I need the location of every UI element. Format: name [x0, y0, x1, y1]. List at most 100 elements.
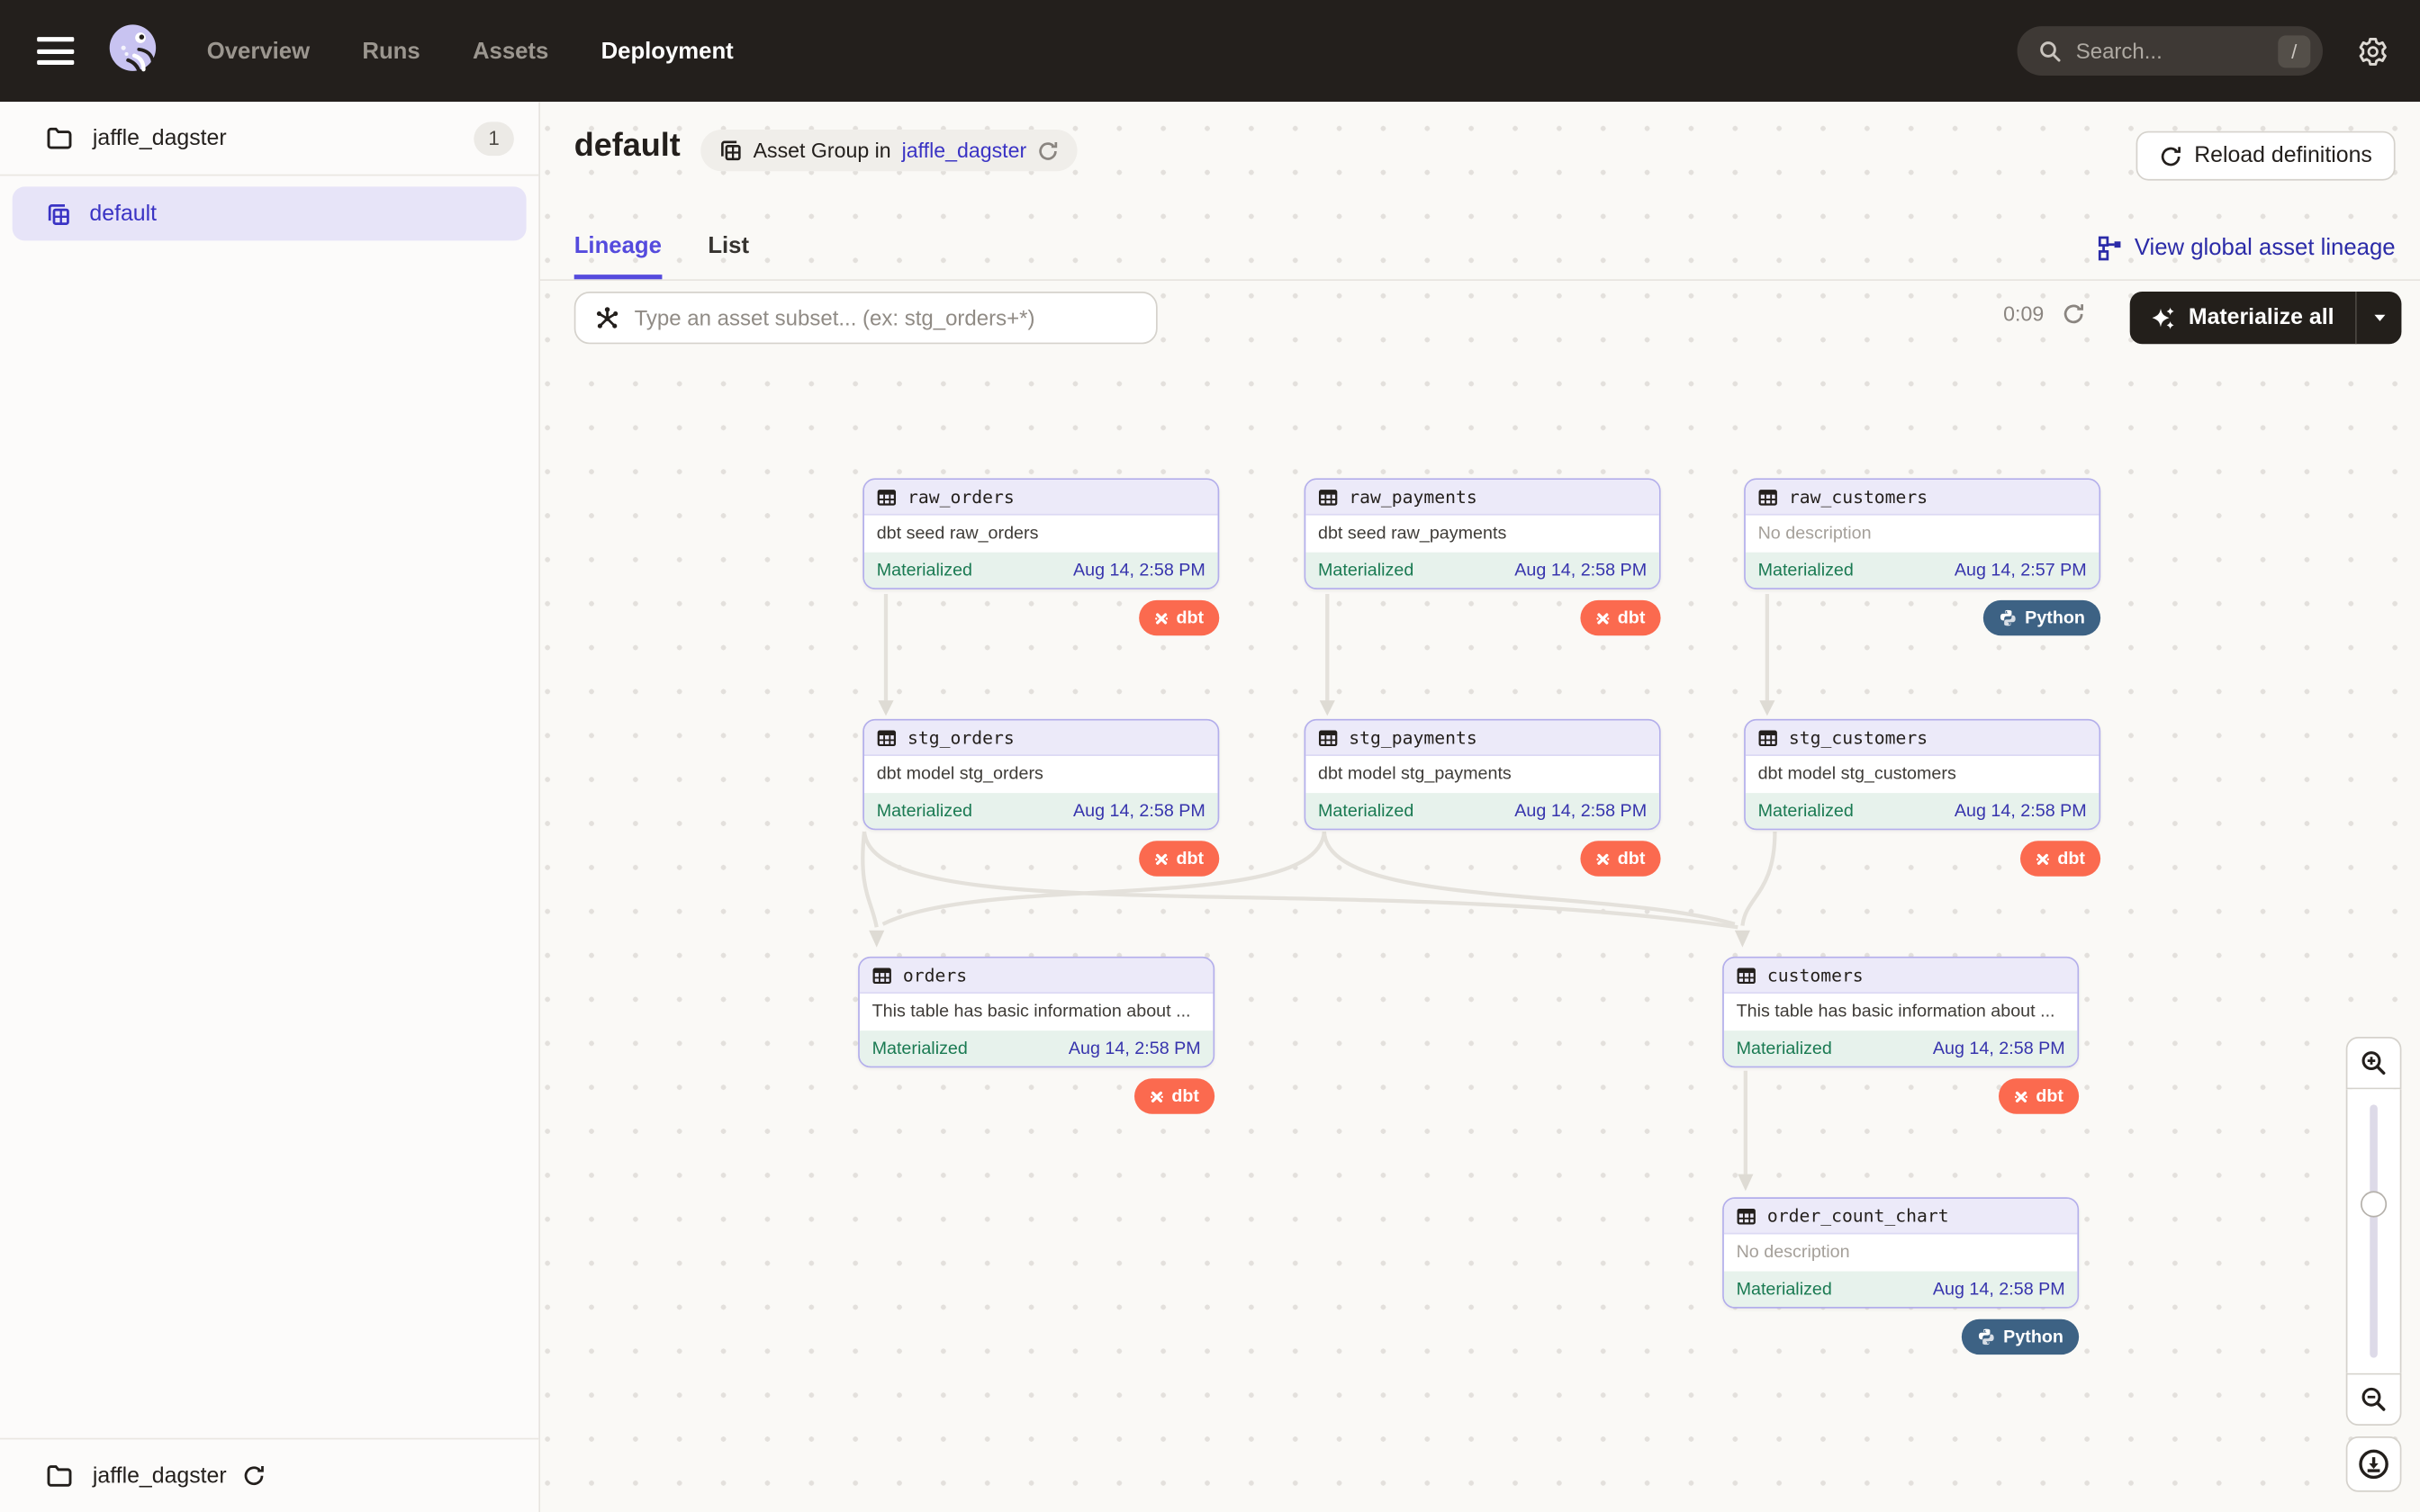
dagster-logo-icon[interactable] [102, 19, 167, 84]
nav-runs[interactable]: Runs [362, 38, 420, 64]
view-global-asset-lineage-label: View global asset lineage [2135, 235, 2396, 261]
nav-assets[interactable]: Assets [473, 38, 548, 64]
table-icon [877, 727, 897, 747]
table-icon [1318, 487, 1338, 507]
refresh-icon[interactable] [1037, 140, 1059, 161]
python-logo-icon [1999, 608, 2018, 627]
fit-view-button[interactable] [2346, 1436, 2402, 1492]
lineage-timer: 0:09 [2003, 302, 2044, 326]
asset-description: dbt seed raw_payments [1305, 516, 1659, 553]
asset-description: No description [1724, 1234, 2078, 1271]
status-badge: Materialized [872, 1040, 968, 1058]
view-global-asset-lineage-link[interactable]: View global asset lineage [2098, 235, 2396, 261]
asset-name: raw_orders [908, 486, 1015, 508]
tab-lineage[interactable]: Lineage [574, 233, 662, 279]
search-icon [2039, 40, 2063, 63]
badge-label: dbt [2036, 1087, 2063, 1106]
python-badge: Python [1962, 1319, 2079, 1354]
hamburger-menu-icon[interactable] [37, 37, 74, 65]
dbt-logo-icon [1596, 850, 1611, 868]
sidebar-footer-repo-label: jaffle_dagster [93, 1463, 227, 1488]
zoom-out-button[interactable] [2346, 1373, 2402, 1426]
op-selector-icon [594, 305, 620, 331]
zoom-slider-track [2370, 1104, 2378, 1357]
asset-node-raw-orders[interactable]: raw_orders dbt seed raw_orders Materiali… [862, 478, 1219, 589]
refresh-icon[interactable] [242, 1464, 266, 1488]
asset-description: dbt model stg_customers [1746, 756, 2099, 793]
materialize-options-caret[interactable] [2357, 292, 2402, 344]
top-nav-bar: Overview Runs Assets Deployment Search..… [0, 0, 2420, 102]
dbt-badge: dbt [2020, 841, 2100, 876]
asset-group-icon [719, 139, 743, 162]
reload-definitions-button[interactable]: Reload definitions [2136, 131, 2395, 181]
dagster-app: Overview Runs Assets Deployment Search..… [0, 0, 2420, 1512]
sidebar-repo-label: jaffle_dagster [93, 126, 474, 150]
sidebar-item-default-group[interactable]: default [13, 186, 527, 240]
table-icon [877, 487, 897, 507]
materialization-timestamp[interactable]: Aug 14, 2:58 PM [1069, 1040, 1201, 1058]
asset-name: stg_payments [1349, 726, 1476, 748]
dbt-badge: dbt [1999, 1078, 2079, 1113]
materialization-timestamp[interactable]: Aug 14, 2:58 PM [1073, 802, 1205, 821]
dbt-logo-icon [1150, 1087, 1164, 1106]
materialize-all-button[interactable]: Materialize all [2130, 292, 2356, 344]
materialization-timestamp[interactable]: Aug 14, 2:57 PM [1955, 561, 2087, 580]
asset-node-stg-payments[interactable]: stg_payments dbt model stg_payments Mate… [1305, 719, 1661, 830]
repo-link[interactable]: jaffle_dagster [902, 139, 1027, 162]
sidebar-footer-repo: jaffle_dagster [0, 1438, 538, 1512]
zoom-slider-handle[interactable] [2361, 1191, 2387, 1217]
asset-node-customers[interactable]: customers This table has basic informati… [1722, 957, 2079, 1067]
asset-node-raw-payments[interactable]: raw_payments dbt seed raw_payments Mater… [1305, 478, 1661, 589]
materialization-timestamp[interactable]: Aug 14, 2:58 PM [1933, 1040, 2065, 1058]
table-icon [1318, 727, 1338, 747]
asset-name: raw_payments [1349, 486, 1476, 508]
sidebar-divider [0, 175, 538, 176]
nav-overview[interactable]: Overview [207, 38, 310, 64]
zoom-in-icon [2360, 1049, 2388, 1077]
materialization-timestamp[interactable]: Aug 14, 2:58 PM [1933, 1280, 2065, 1299]
asset-description: dbt seed raw_orders [864, 516, 1218, 553]
asset-description: No description [1746, 516, 2099, 553]
badge-label: dbt [1176, 850, 1204, 868]
dbt-logo-icon [1154, 850, 1169, 868]
folder-icon [46, 1464, 72, 1488]
badge-label: dbt [1171, 1087, 1199, 1106]
materialization-timestamp[interactable]: Aug 14, 2:58 PM [1514, 802, 1647, 821]
nav-deployment[interactable]: Deployment [601, 38, 734, 64]
materialization-timestamp[interactable]: Aug 14, 2:58 PM [1514, 561, 1647, 580]
asset-name: raw_customers [1789, 486, 1928, 508]
zoom-slider[interactable] [2346, 1089, 2402, 1372]
zoom-in-button[interactable] [2346, 1037, 2402, 1089]
status-badge: Materialized [1318, 561, 1413, 580]
materialization-timestamp[interactable]: Aug 14, 2:58 PM [1955, 802, 2087, 821]
asset-description: This table has basic information about .… [860, 994, 1214, 1030]
zoom-out-icon [2360, 1385, 2388, 1413]
asset-description: dbt model stg_payments [1305, 756, 1659, 793]
materialization-timestamp[interactable]: Aug 14, 2:58 PM [1073, 561, 1205, 580]
asset-node-stg-orders[interactable]: stg_orders dbt model stg_orders Material… [862, 719, 1219, 830]
lineage-graph-canvas[interactable]: Type an asset subset... (ex: stg_orders+… [540, 281, 2420, 1512]
search-shortcut-key: / [2278, 35, 2310, 68]
asset-node-stg-customers[interactable]: stg_customers dbt model stg_customers Ma… [1744, 719, 2100, 830]
asset-name: order_count_chart [1767, 1205, 1949, 1227]
search-placeholder: Search... [2076, 39, 2279, 63]
status-badge: Materialized [877, 802, 972, 821]
dbt-badge: dbt [1139, 841, 1219, 876]
dbt-logo-icon [1596, 608, 1611, 627]
lineage-graph-icon [2098, 235, 2122, 259]
settings-gear-icon[interactable] [2357, 35, 2389, 68]
page-header: default Asset Group in jaffle_dagster Re… [540, 102, 2420, 281]
asset-node-raw-customers[interactable]: raw_customers No description Materialize… [1744, 478, 2100, 589]
badge-label: Python [2003, 1328, 2063, 1346]
asset-description: dbt model stg_orders [864, 756, 1218, 793]
asset-node-order-count-chart[interactable]: order_count_chart No description Materia… [1722, 1197, 2079, 1308]
tab-list[interactable]: List [708, 233, 749, 279]
badge-label: dbt [1618, 608, 1646, 627]
global-search-input[interactable]: Search... / [2018, 26, 2323, 76]
asset-node-orders[interactable]: orders This table has basic information … [858, 957, 1215, 1067]
refresh-icon[interactable] [2063, 302, 2086, 326]
sidebar-repo-row[interactable]: jaffle_dagster 1 [0, 102, 538, 175]
status-badge: Materialized [1737, 1040, 1832, 1058]
asset-subset-filter-input[interactable]: Type an asset subset... (ex: stg_orders+… [574, 292, 1158, 344]
lineage-edges [540, 281, 2420, 1512]
